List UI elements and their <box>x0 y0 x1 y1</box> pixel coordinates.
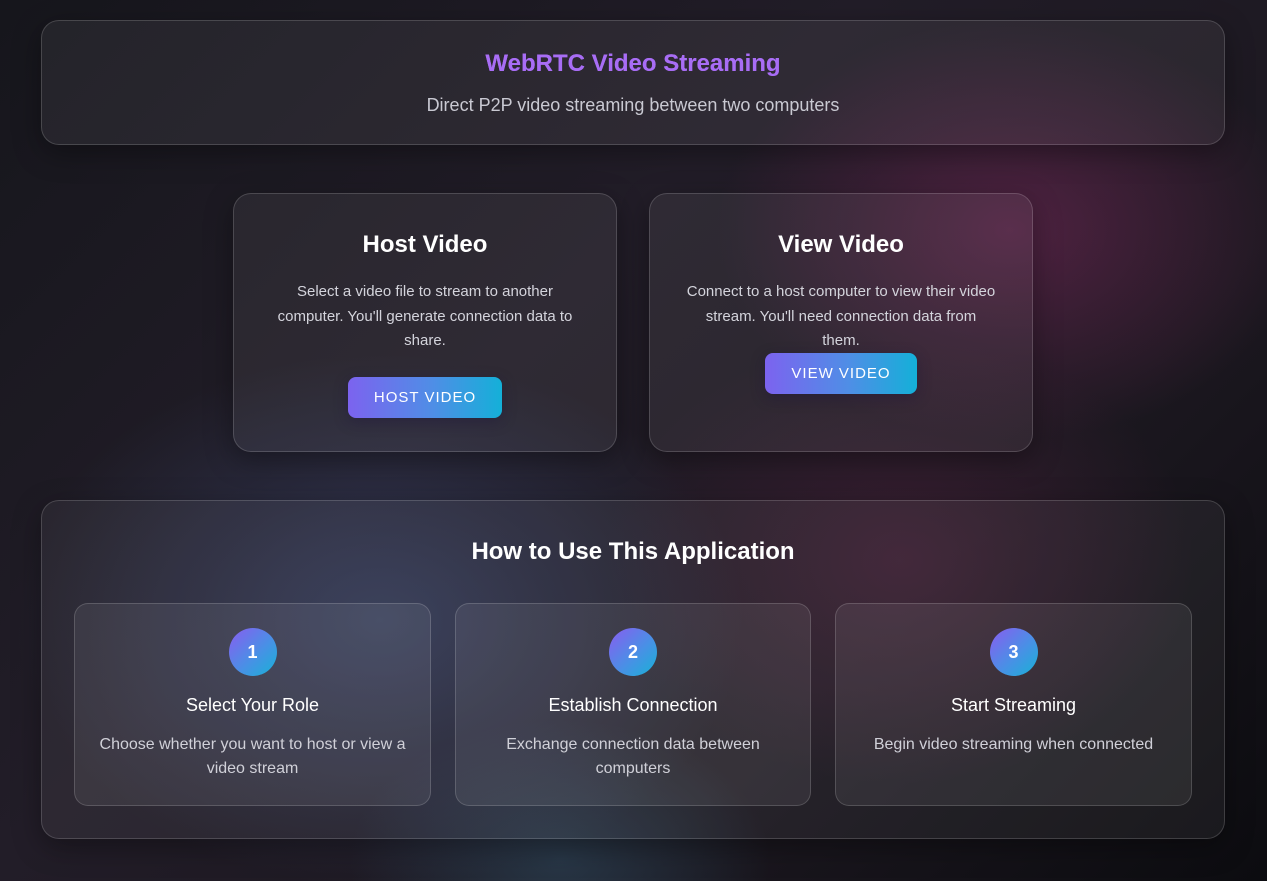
view-video-button[interactable]: VIEW VIDEO <box>765 353 917 394</box>
host-card-description: Select a video file to stream to another… <box>277 283 573 349</box>
step-number-badge: 3 <box>989 628 1038 676</box>
view-card-title: View Video <box>778 231 904 258</box>
step-title: Select Your Role <box>185 695 320 715</box>
step-card-establish-connection: 2 Establish Connection Exchange connecti… <box>455 603 811 806</box>
step-card-start-streaming: 3 Start Streaming Begin video streaming … <box>835 603 1192 806</box>
host-video-card: Host Video Select a video file to stream… <box>233 193 617 452</box>
step-number-badge: 2 <box>609 628 657 676</box>
view-card-description: Connect to a host computer to view their… <box>686 283 996 349</box>
step-description: Choose whether you want to host or view … <box>99 736 406 777</box>
how-to-section: How to Use This Application 1 Select You… <box>41 500 1225 839</box>
step-description: Exchange connection data between compute… <box>506 736 760 777</box>
step-number-badge: 1 <box>228 628 277 676</box>
step-title: Establish Connection <box>548 695 718 715</box>
host-video-button[interactable]: HOST VIDEO <box>348 377 502 418</box>
step-card-select-role: 1 Select Your Role Choose whether you wa… <box>74 603 431 806</box>
app-title: WebRTC Video Streaming <box>42 50 1224 78</box>
how-to-title: How to Use This Application <box>471 538 795 565</box>
step-description: Begin video streaming when connected <box>873 736 1154 753</box>
app-header: WebRTC Video Streaming Direct P2P video … <box>41 20 1225 145</box>
view-video-card: View Video Connect to a host computer to… <box>649 193 1033 452</box>
step-title: Start Streaming <box>950 695 1077 715</box>
app-subtitle: Direct P2P video streaming between two c… <box>426 95 840 115</box>
host-card-title: Host Video <box>362 231 488 258</box>
